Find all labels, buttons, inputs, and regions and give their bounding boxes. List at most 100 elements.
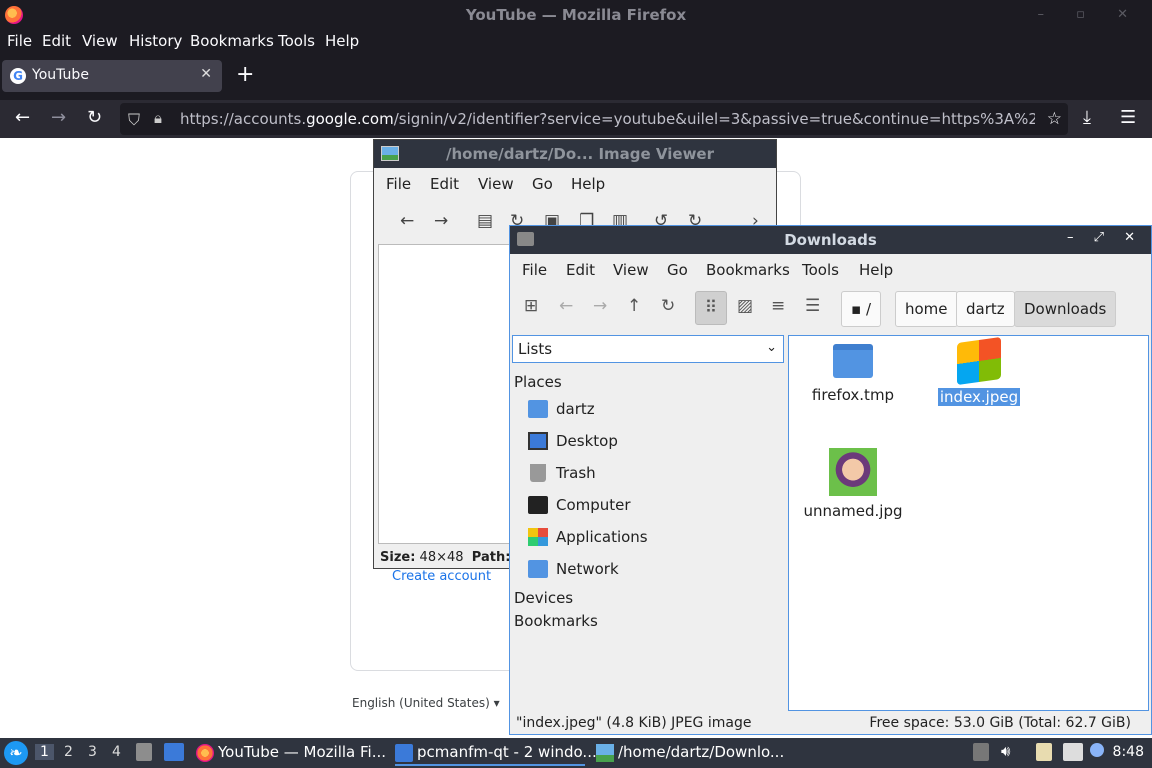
fm-window-controls[interactable]: – ⤢ ✕ bbox=[1067, 230, 1143, 245]
file-manager-launcher-icon[interactable] bbox=[136, 743, 152, 761]
menu-history[interactable]: History bbox=[129, 32, 182, 50]
notification-icon[interactable] bbox=[1090, 743, 1104, 757]
fm-menu-tools[interactable]: Tools bbox=[802, 261, 839, 279]
places-header: Places bbox=[514, 373, 562, 391]
fm-menu-help[interactable]: Help bbox=[859, 261, 893, 279]
clock[interactable]: 8:48 bbox=[1113, 744, 1144, 760]
breadcrumb-root[interactable]: ▪ / bbox=[841, 291, 881, 327]
devices-header: Devices bbox=[514, 589, 574, 607]
iv-menu-edit[interactable]: Edit bbox=[430, 175, 459, 193]
taskbar: ❧ 1 2 3 4 YouTube — Mozilla Fi... pcmanf… bbox=[0, 738, 1152, 768]
file-item-firefox-tmp[interactable]: firefox.tmp bbox=[803, 344, 903, 404]
navigation-toolbar: ← → ↻ ⛉ 🔒︎ https://accounts.google.com/s… bbox=[0, 100, 1152, 138]
menu-help[interactable]: Help bbox=[325, 32, 359, 50]
fm-menu-bookmarks[interactable]: Bookmarks bbox=[706, 261, 790, 279]
iv-menu-view[interactable]: View bbox=[478, 175, 514, 193]
google-favicon-icon: G bbox=[10, 68, 26, 84]
volume-icon[interactable]: 🔊︎ bbox=[1001, 742, 1017, 760]
new-tab-icon[interactable]: ⊞ bbox=[524, 296, 538, 316]
tab-close-icon[interactable]: ✕ bbox=[200, 66, 212, 82]
lock-icon[interactable]: 🔒︎ bbox=[154, 109, 162, 127]
file-manager-menubar: File Edit View Go Bookmarks Tools Help bbox=[510, 256, 1151, 284]
thumbnail-view-icon[interactable]: ▨ bbox=[737, 296, 753, 316]
fm-forward-icon[interactable]: → bbox=[593, 296, 607, 316]
breadcrumb-downloads[interactable]: Downloads bbox=[1014, 291, 1117, 327]
window-controls[interactable]: – ▫ ✕ bbox=[1038, 7, 1142, 22]
iv-previous-icon[interactable]: ← bbox=[400, 211, 414, 231]
fm-menu-edit[interactable]: Edit bbox=[566, 261, 595, 279]
computer-icon bbox=[528, 496, 548, 514]
desktop-launcher-icon[interactable] bbox=[164, 743, 184, 761]
desktop-icon bbox=[528, 432, 548, 450]
up-folder-icon[interactable]: ↑ bbox=[627, 296, 641, 316]
task-image-viewer[interactable]: /home/dartz/Downlo... bbox=[596, 740, 786, 766]
menu-bookmarks[interactable]: Bookmarks bbox=[190, 32, 274, 50]
menu-edit[interactable]: Edit bbox=[42, 32, 71, 50]
icon-view-icon[interactable]: ⠿ bbox=[695, 291, 727, 325]
network-icon[interactable] bbox=[1063, 743, 1083, 761]
file-item-index-jpeg[interactable]: index.jpeg bbox=[929, 336, 1029, 406]
fm-menu-file[interactable]: File bbox=[522, 261, 547, 279]
create-account-link[interactable]: Create account bbox=[392, 569, 491, 584]
image-viewer-title: /home/dartz/Do... Image Viewer bbox=[446, 145, 715, 163]
iv-menu-file[interactable]: File bbox=[386, 175, 411, 193]
chevron-down-icon: ⌄ bbox=[766, 340, 777, 355]
clipboard-icon[interactable] bbox=[1036, 743, 1052, 761]
menu-tools[interactable]: Tools bbox=[278, 32, 315, 50]
tracking-shield-icon[interactable]: ⛉ bbox=[128, 110, 140, 130]
pcmanfm-icon bbox=[395, 744, 413, 762]
workspace-4[interactable]: 4 bbox=[112, 744, 121, 760]
side-pane-mode-select[interactable]: Lists ⌄ bbox=[512, 335, 784, 363]
iv-open-icon[interactable]: ▤ bbox=[477, 211, 493, 231]
firefox-menubar: File Edit View History Bookmarks Tools H… bbox=[0, 30, 1152, 54]
breadcrumb-dartz[interactable]: dartz bbox=[956, 291, 1015, 327]
free-space-status: Free space: 53.0 GiB (Total: 62.7 GiB) bbox=[869, 715, 1131, 731]
file-view: firefox.tmp index.jpeg unnamed.jpg bbox=[788, 335, 1149, 711]
trash-icon bbox=[530, 464, 546, 482]
back-button[interactable]: ← bbox=[15, 108, 30, 128]
menu-view[interactable]: View bbox=[82, 32, 118, 50]
file-manager-titlebar: Downloads – ⤢ ✕ bbox=[510, 226, 1151, 254]
fm-menu-go[interactable]: Go bbox=[667, 261, 688, 279]
image-thumbnail-icon bbox=[829, 448, 877, 496]
iv-menu-go[interactable]: Go bbox=[532, 175, 553, 193]
start-menu-button[interactable]: ❧ bbox=[4, 741, 28, 765]
bookmark-star-icon[interactable]: ☆ bbox=[1047, 109, 1062, 129]
firefox-titlebar: YouTube — Mozilla Firefox – ▫ ✕ bbox=[0, 0, 1152, 30]
iv-next-icon[interactable]: → bbox=[434, 211, 448, 231]
places-sidebar: Places dartz Desktop Trash Computer Appl… bbox=[514, 373, 648, 630]
fm-back-icon[interactable]: ← bbox=[559, 296, 573, 316]
url-bar[interactable]: ⛉ 🔒︎ https://accounts.google.com/signin/… bbox=[120, 103, 1068, 135]
file-item-unnamed-jpg[interactable]: unnamed.jpg bbox=[795, 448, 911, 520]
bookmarks-header: Bookmarks bbox=[514, 612, 598, 630]
tab-label: YouTube bbox=[32, 67, 89, 83]
window-title: YouTube — Mozilla Firefox bbox=[465, 6, 687, 24]
reload-button[interactable]: ↻ bbox=[87, 108, 102, 128]
task-pcmanfm[interactable]: pcmanfm-qt - 2 windo... bbox=[395, 740, 597, 766]
new-tab-button[interactable]: + bbox=[236, 64, 254, 86]
menu-file[interactable]: File bbox=[7, 32, 32, 50]
app-menu-button[interactable]: ☰ bbox=[1120, 108, 1136, 128]
detailed-view-icon[interactable]: ☰ bbox=[805, 296, 820, 316]
file-manager-window: Downloads – ⤢ ✕ File Edit View Go Bookma… bbox=[509, 225, 1152, 735]
image-viewer-app-icon bbox=[381, 146, 399, 161]
iv-menu-help[interactable]: Help bbox=[571, 175, 605, 193]
image-viewer-menubar: File Edit View Go Help bbox=[374, 168, 776, 200]
tab-youtube[interactable]: G YouTube ✕ bbox=[2, 60, 222, 92]
workspace-1[interactable]: 1 bbox=[35, 744, 54, 760]
fm-reload-icon[interactable]: ↻ bbox=[661, 296, 675, 316]
workspace-2[interactable]: 2 bbox=[64, 744, 73, 760]
firefox-icon bbox=[196, 744, 214, 762]
fm-menu-view[interactable]: View bbox=[613, 261, 649, 279]
language-select[interactable]: English (United States) ▾ bbox=[352, 696, 500, 710]
downloads-button[interactable]: ⤓ bbox=[1083, 108, 1091, 128]
selection-status: "index.jpeg" (4.8 KiB) JPEG image bbox=[516, 715, 752, 731]
workspace-3[interactable]: 3 bbox=[88, 744, 97, 760]
file-manager-title: Downloads bbox=[784, 231, 877, 249]
url-text[interactable]: https://accounts.google.com/signin/v2/id… bbox=[180, 110, 1035, 128]
compact-view-icon[interactable]: ≡ bbox=[771, 296, 785, 316]
breadcrumb-home[interactable]: home bbox=[895, 291, 958, 327]
task-firefox[interactable]: YouTube — Mozilla Fi... bbox=[196, 740, 386, 766]
tray-menu-icon[interactable] bbox=[973, 743, 989, 761]
forward-button[interactable]: → bbox=[51, 108, 66, 128]
